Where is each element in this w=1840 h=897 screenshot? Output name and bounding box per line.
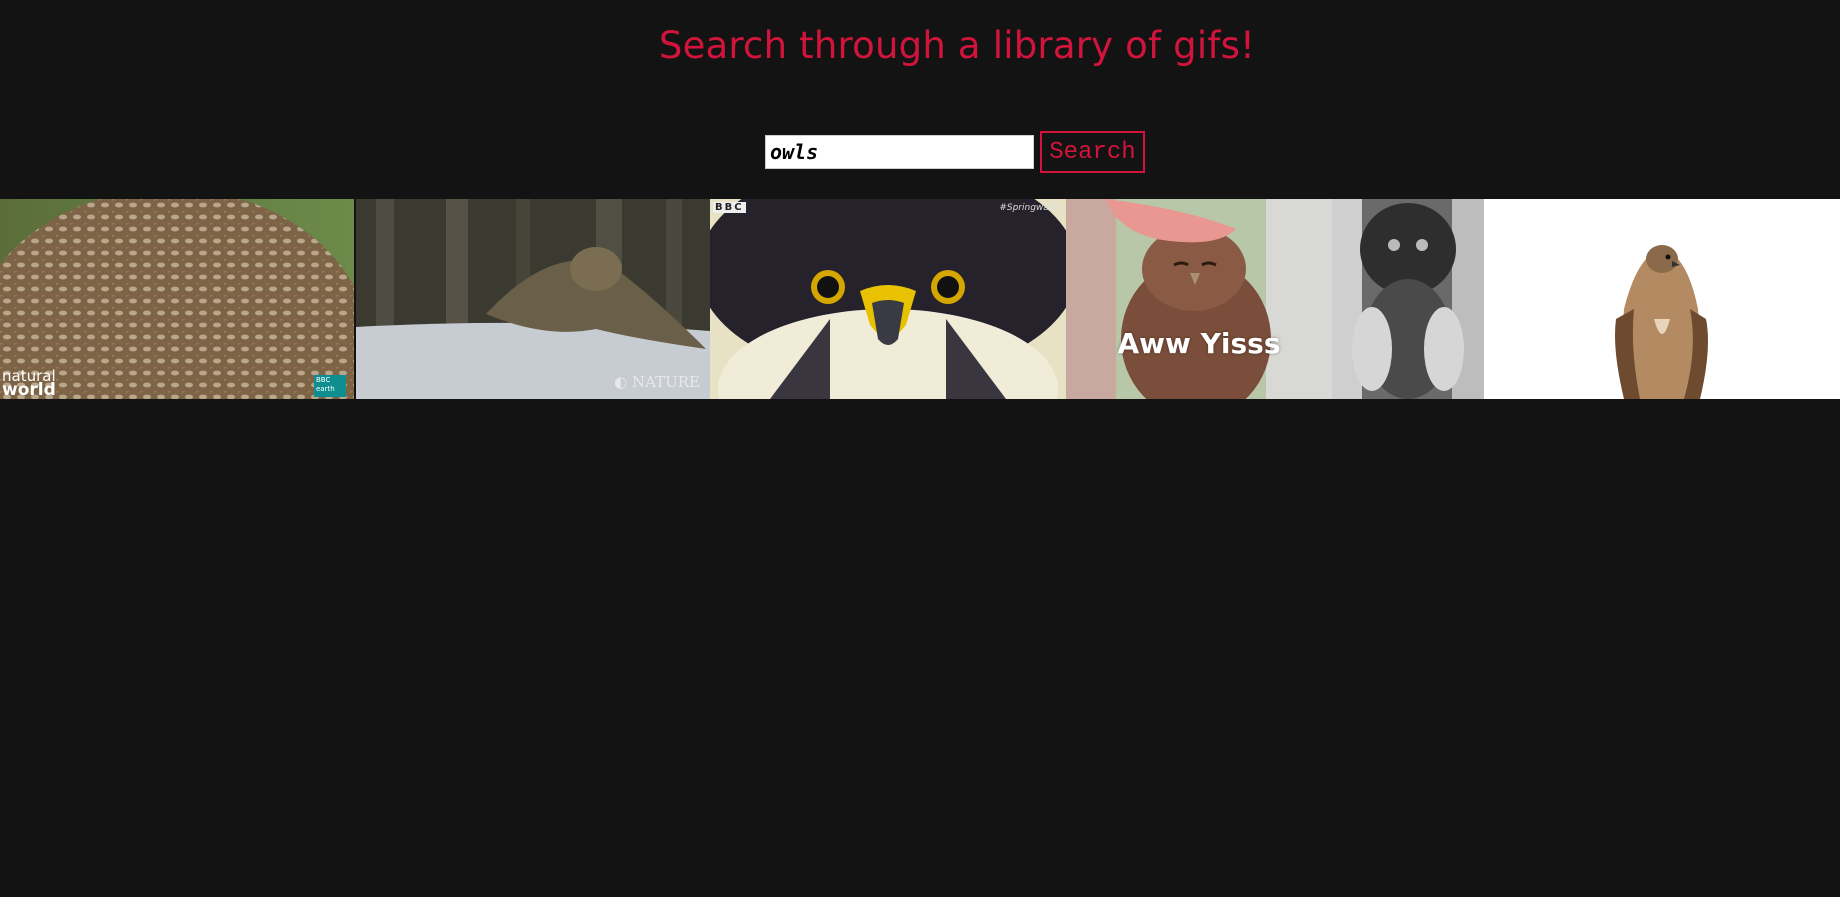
search-button[interactable]: Search: [1040, 131, 1145, 173]
owl-snow-image: [356, 199, 710, 399]
gif-result-owl-snow[interactable]: ◐ NATURE: [356, 199, 710, 399]
search-input[interactable]: [765, 135, 1034, 169]
owl-bw-image: [1332, 199, 1484, 399]
gif-result-hawk[interactable]: [1484, 199, 1840, 399]
gif-result-owl-petting[interactable]: Aww Yisss: [1066, 199, 1332, 399]
gif-results: natural world BBC earth ◐ NATURE BBC #Sp…: [0, 199, 1840, 399]
hawk-image: [1484, 199, 1840, 399]
search-form: Search: [765, 131, 1145, 173]
page-title: Search through a library of gifs!: [658, 24, 1256, 67]
bbc-logo: BBC: [713, 202, 746, 213]
bbc-earth-logo: BBC earth: [314, 375, 346, 397]
gif-result-owl-closeup[interactable]: natural world BBC earth: [0, 199, 354, 399]
falcon-face-image: [710, 199, 1066, 399]
gif-result-falcon[interactable]: BBC #Springwatch: [710, 199, 1066, 399]
gif-result-owl-bw[interactable]: [1332, 199, 1484, 399]
gif-caption: Aww Yisss: [1117, 327, 1281, 360]
owl-petting-image: [1066, 199, 1332, 399]
pbs-nature-logo: ◐ NATURE: [614, 373, 700, 391]
springwatch-tag: #Springwatch: [999, 203, 1063, 213]
